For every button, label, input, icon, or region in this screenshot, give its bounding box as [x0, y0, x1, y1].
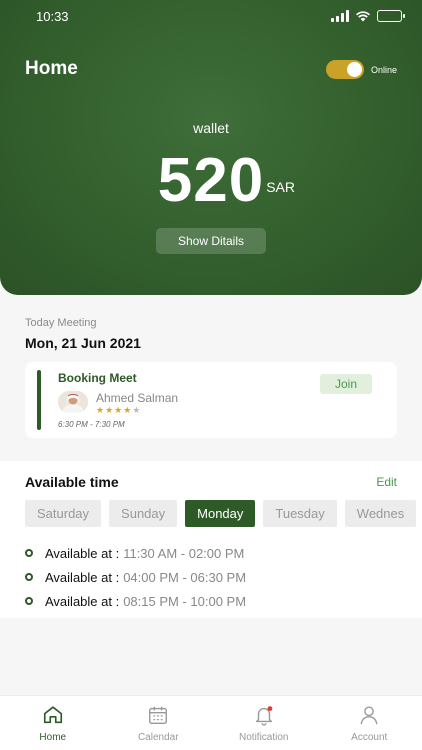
slot-time: 04:00 PM - 06:30 PM [123, 569, 247, 585]
slot-label: Available at : [45, 569, 120, 585]
status-bar: 10:33 [36, 9, 405, 25]
rating-stars: ★ ★ ★ ★ ★ [96, 406, 140, 415]
day-tab-monday[interactable]: Monday [185, 500, 256, 527]
bullet-icon [25, 573, 33, 581]
meeting-card[interactable]: Booking Meet Ahmed Salman ★ ★ ★ ★ ★ 6:30 PM … [25, 362, 397, 438]
home-icon [43, 706, 62, 724]
day-tab-tuesday[interactable]: Tuesday [263, 500, 337, 527]
day-tab-sunday[interactable]: Sunday [109, 500, 178, 527]
slot-time: 08:15 PM - 10:00 PM [123, 593, 247, 609]
online-toggle[interactable] [325, 60, 364, 79]
tab-label: Notification [239, 732, 289, 743]
calendar-icon [149, 706, 168, 724]
time-slot-list: Available at : 11:30 AM - 02:00 PM Avail… [25, 541, 246, 613]
meeting-date: Mon, 21 Jun 2021 [25, 335, 141, 351]
wallet-balance: 520 SAR [0, 150, 422, 212]
tab-account[interactable]: Account [317, 696, 422, 750]
avatar [58, 391, 88, 413]
available-time-section: Available time Edit Saturday Sunday Mond… [0, 461, 422, 618]
wallet-amount: 520 SAR [158, 150, 295, 212]
meeting-person-name: Ahmed Salman [96, 391, 179, 405]
available-time-title: Available time [25, 474, 119, 490]
tab-calendar[interactable]: Calendar [106, 696, 212, 750]
tab-label: Account [351, 732, 388, 743]
online-label: Online [370, 64, 397, 75]
edit-button[interactable]: Edit [376, 475, 397, 489]
star-filled-icon: ★ [96, 405, 105, 415]
tab-home[interactable]: Home [0, 696, 106, 750]
time-slot: Available at : 08:15 PM - 10:00 PM [25, 589, 246, 613]
meeting-accent-bar [37, 370, 41, 430]
star-filled-icon: ★ [123, 405, 132, 415]
tab-label: Calendar [137, 732, 179, 743]
wallet-currency: SAR [266, 179, 296, 195]
slot-label: Available at : [45, 593, 120, 609]
time-slot: Available at : 04:00 PM - 06:30 PM [25, 565, 246, 589]
slot-label: Available at : [45, 545, 120, 561]
meeting-title: Booking Meet [58, 371, 137, 385]
status-time: 10:33 [36, 9, 69, 24]
bullet-icon [25, 597, 33, 605]
meeting-time: 6:30 PM - 7:30 PM [58, 420, 125, 429]
bottom-tab-bar: Home Calendar Notification Account [0, 695, 422, 750]
today-meeting-label: Today Meeting [25, 317, 97, 329]
user-icon [360, 706, 378, 725]
page-title: Home [25, 58, 78, 79]
star-filled-icon: ★ [114, 405, 123, 415]
star-filled-icon: ★ [105, 405, 114, 415]
today-meeting-section: Today Meeting Mon, 21 Jun 2021 Booking M… [25, 317, 397, 438]
online-status: Online [325, 60, 397, 79]
time-slot: Available at : 11:30 AM - 02:00 PM [25, 541, 246, 565]
amount-value: 520 [157, 146, 265, 215]
slot-time: 11:30 AM - 02:00 PM [123, 545, 245, 561]
tab-label: Home [39, 732, 67, 743]
tab-notification[interactable]: Notification [211, 696, 317, 750]
star-empty-icon: ★ [132, 405, 141, 415]
toggle-knob [346, 62, 362, 77]
status-icons [331, 10, 405, 22]
wifi-icon [356, 11, 370, 22]
day-tab-saturday[interactable]: Saturday [25, 500, 102, 527]
signal-icon [331, 10, 349, 22]
battery-icon [377, 10, 405, 22]
bullet-icon [25, 549, 33, 557]
wallet-header: 10:33 Home Online wallet 520 SAR Show Dit… [0, 0, 422, 295]
bell-icon [255, 706, 273, 726]
day-tabs: Saturday Sunday Monday Tuesday Wednes [25, 500, 417, 527]
wallet-label: wallet [193, 120, 229, 136]
join-button[interactable]: Join [320, 374, 372, 394]
day-tab-wednesday[interactable]: Wednes [344, 500, 417, 527]
show-details-button[interactable]: Show Ditails [156, 228, 266, 254]
